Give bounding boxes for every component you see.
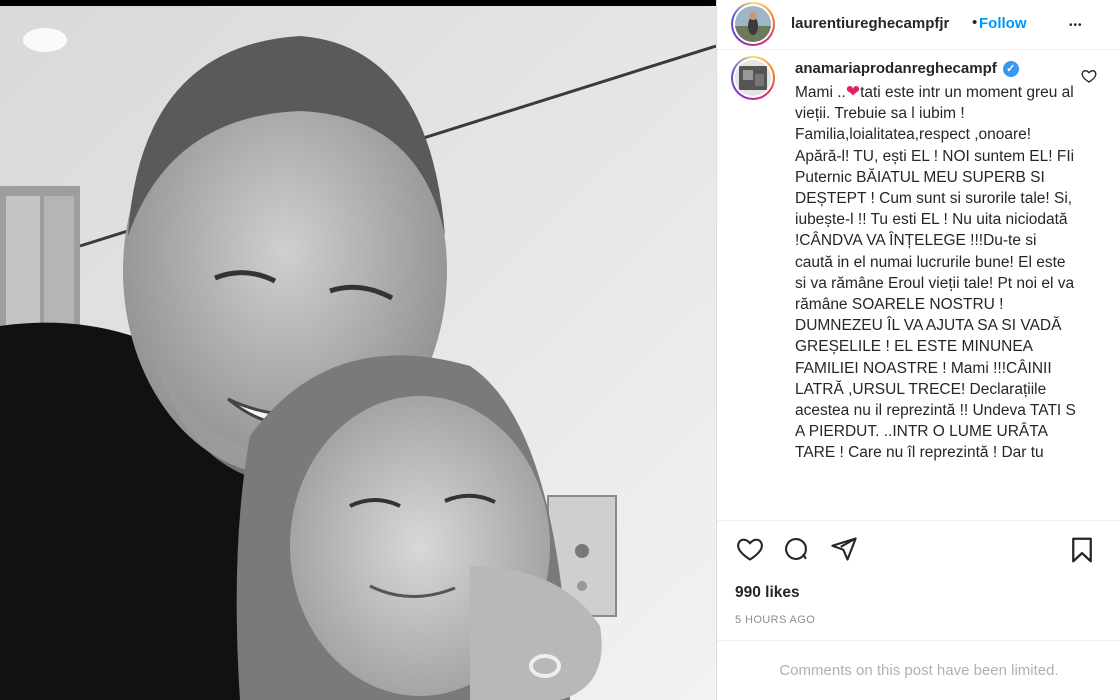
follow-button[interactable]: Follow <box>979 15 1027 32</box>
photo-illustration <box>0 6 716 700</box>
author-avatar-image <box>735 6 771 42</box>
verified-badge-icon: ✓ <box>1002 60 1019 77</box>
commenter-avatar[interactable] <box>731 56 775 100</box>
comment-text-start: Mami .. <box>795 84 846 101</box>
red-heart-emoji-icon: ❤ <box>845 82 861 101</box>
post-header: laurentiureghecampfjr • Follow ••• <box>717 0 1120 50</box>
author-username[interactable]: laurentiureghecampfjr <box>791 15 949 32</box>
comment-icon[interactable] <box>781 535 811 563</box>
share-icon[interactable] <box>829 535 859 563</box>
post-side-panel: laurentiureghecampfjr • Follow ••• anama… <box>716 0 1120 700</box>
comments-list[interactable]: anamariaprodanreghecampf ✓ Mami ..❤tati … <box>717 52 1120 512</box>
bookmark-icon[interactable] <box>1067 535 1097 565</box>
author-avatar[interactable] <box>731 2 775 46</box>
commenter-username[interactable]: anamariaprodanreghecampf <box>795 60 997 77</box>
comment-text-rest: tati este intr un moment greu al vieții.… <box>795 84 1076 462</box>
follow-separator: • <box>972 14 978 31</box>
post-actions-bar <box>717 520 1120 578</box>
more-options-icon[interactable]: ••• <box>1069 20 1083 31</box>
heart-icon[interactable] <box>735 535 765 563</box>
commenter-username-row: anamariaprodanreghecampf ✓ <box>795 60 1019 77</box>
post-photo[interactable] <box>0 0 716 700</box>
comment-text: Mami ..❤tati este intr un moment greu al… <box>795 81 1077 464</box>
post-timestamp[interactable]: 5 HOURS AGO <box>735 614 815 626</box>
commenter-avatar-image <box>735 60 771 96</box>
comments-limited-notice: Comments on this post have been limited. <box>717 640 1120 700</box>
likes-count[interactable]: 990 likes <box>735 584 800 602</box>
like-comment-heart-icon[interactable] <box>1081 68 1097 84</box>
